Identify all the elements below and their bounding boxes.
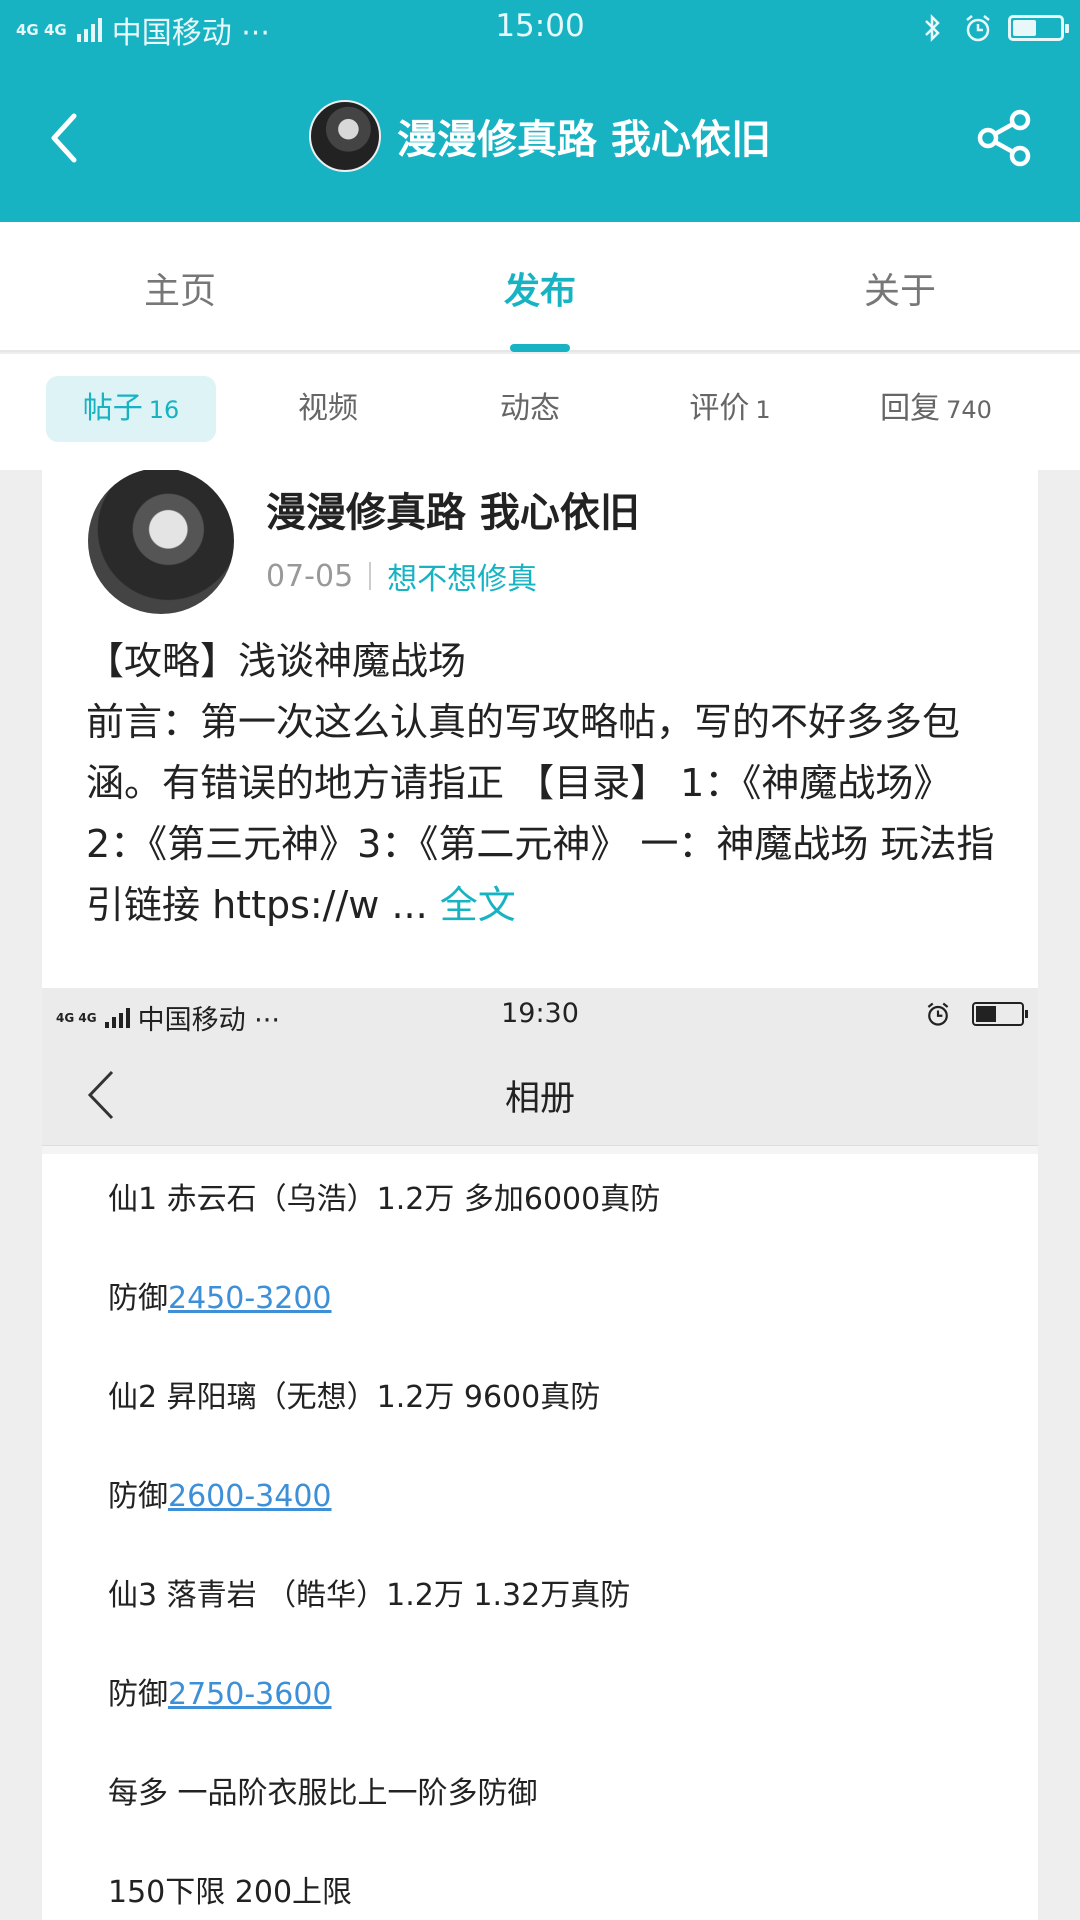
subtab-activity[interactable]: 动态 — [450, 376, 610, 442]
image-line-text: 150下限 200上限 — [108, 1875, 353, 1910]
image-line: 防御2750-3600 — [108, 1675, 988, 1774]
subtab-replies[interactable]: 回复 740 — [856, 376, 1016, 442]
image-line-link: 2750-3600 — [168, 1677, 332, 1712]
subtab-count: 740 — [946, 396, 992, 424]
subtab-label: 评价 — [689, 391, 750, 426]
active-tab-indicator — [510, 344, 570, 352]
image-divider — [42, 1146, 1038, 1154]
battery-icon — [1008, 15, 1069, 41]
meta-divider — [369, 562, 372, 590]
post-card[interactable]: 漫漫修真路 我心依旧 07-05 想不想修真 【攻略】浅谈神魔战场 前言：第一次… — [42, 470, 1038, 1920]
image-line: 仙1 赤云石（乌浩）1.2万 多加6000真防 — [108, 1180, 988, 1279]
image-line-text: 仙3 落青岩 （皓华）1.2万 1.32万真防 — [108, 1578, 631, 1613]
image-line: 仙2 昇阳璃（无想）1.2万 9600真防 — [108, 1378, 988, 1477]
image-line-text: 仙2 昇阳璃（无想）1.2万 9600真防 — [108, 1380, 601, 1415]
image-line-text: 防御 — [108, 1479, 168, 1514]
image-battery-icon — [972, 1002, 1028, 1026]
image-line-text: 仙1 赤云石（乌浩）1.2万 多加6000真防 — [108, 1182, 661, 1217]
image-line-link: 2600-3400 — [168, 1479, 332, 1514]
post-title[interactable]: 【攻略】浅谈神魔战场 — [86, 630, 466, 685]
nav-bar: 漫漫修真路 我心依旧 — [0, 80, 1080, 200]
subtab-label: 视频 — [298, 391, 358, 426]
subtab-videos[interactable]: 视频 — [248, 376, 408, 442]
subtab-posts[interactable]: 帖子 16 — [46, 376, 216, 442]
post-body-text: 前言：第一次这么认真的写攻略帖，写的不好多多包涵。有错误的地方请指正 【目录】 … — [86, 700, 995, 927]
image-line-text: 防御 — [108, 1281, 168, 1316]
app-header: 4G 4G 中国移动 ··· 15:00 漫漫修真路 我心依旧 — [0, 0, 1080, 222]
subtab-label: 动态 — [500, 391, 560, 426]
post-topic-link[interactable]: 想不想修真 — [387, 554, 537, 598]
avatar[interactable] — [309, 100, 382, 172]
author-name[interactable]: 漫漫修真路 我心依旧 — [266, 480, 640, 538]
image-status-right — [924, 1000, 1028, 1028]
page-title: 漫漫修真路 我心依旧 — [397, 117, 771, 163]
status-bar: 4G 4G 中国移动 ··· 15:00 — [0, 0, 1080, 56]
image-line-link: 2450-3200 — [168, 1281, 332, 1316]
image-line: 防御2450-3200 — [108, 1279, 988, 1378]
image-line: 150下限 200上限 — [108, 1873, 988, 1920]
image-line: 仙3 落青岩 （皓华）1.2万 1.32万真防 — [108, 1576, 988, 1675]
subtab-count: 16 — [148, 396, 180, 424]
post-image[interactable]: 4G 4G 中国移动 ··· 19:30 相册 仙1 赤云石（乌浩）1.2万 多… — [42, 988, 1038, 1920]
image-status-bar: 4G 4G 中国移动 ··· 19:30 — [42, 988, 1038, 1040]
image-nav-bar: 相册 — [42, 1040, 1038, 1146]
tab-publish[interactable]: 发布 — [504, 262, 576, 314]
subtab-count: 1 — [755, 396, 771, 424]
image-nav-title: 相册 — [504, 1079, 575, 1119]
image-line: 防御2600-3400 — [108, 1477, 988, 1576]
post-body: 前言：第一次这么认真的写攻略帖，写的不好多多包涵。有错误的地方请指正 【目录】 … — [86, 692, 1006, 936]
image-line-text: 每多 一品阶衣服比上一阶多防御 — [108, 1776, 538, 1811]
post-date: 07-05 — [266, 558, 354, 594]
bluetooth-icon — [925, 13, 940, 43]
sub-tabs: 帖子 16 视频 动态 评价 1 回复 740 — [0, 354, 1080, 470]
post-meta: 07-05 想不想修真 — [266, 554, 537, 598]
subtab-reviews[interactable]: 评价 1 — [650, 376, 810, 442]
nav-title-group: 漫漫修真路 我心依旧 — [0, 100, 1080, 172]
image-status-time: 19:30 — [501, 998, 579, 1029]
subtab-label: 帖子 — [82, 391, 143, 426]
main-tabs: 主页 发布 关于 — [0, 222, 1080, 352]
image-alarm-icon — [927, 1002, 949, 1026]
image-text-lines: 仙1 赤云石（乌浩）1.2万 多加6000真防 防御2450-3200 仙2 昇… — [108, 1180, 988, 1920]
share-icon[interactable] — [974, 108, 1034, 168]
author-avatar[interactable] — [88, 470, 234, 614]
image-line: 每多 一品阶衣服比上一阶多防御 — [108, 1774, 988, 1873]
status-right — [916, 12, 1069, 44]
read-more-link[interactable]: 全文 — [440, 883, 516, 927]
subtab-label: 回复 — [880, 391, 941, 426]
tab-home[interactable]: 主页 — [144, 262, 216, 314]
alarm-icon — [966, 15, 990, 42]
tab-about[interactable]: 关于 — [864, 262, 936, 314]
image-line-text: 防御 — [108, 1677, 168, 1712]
